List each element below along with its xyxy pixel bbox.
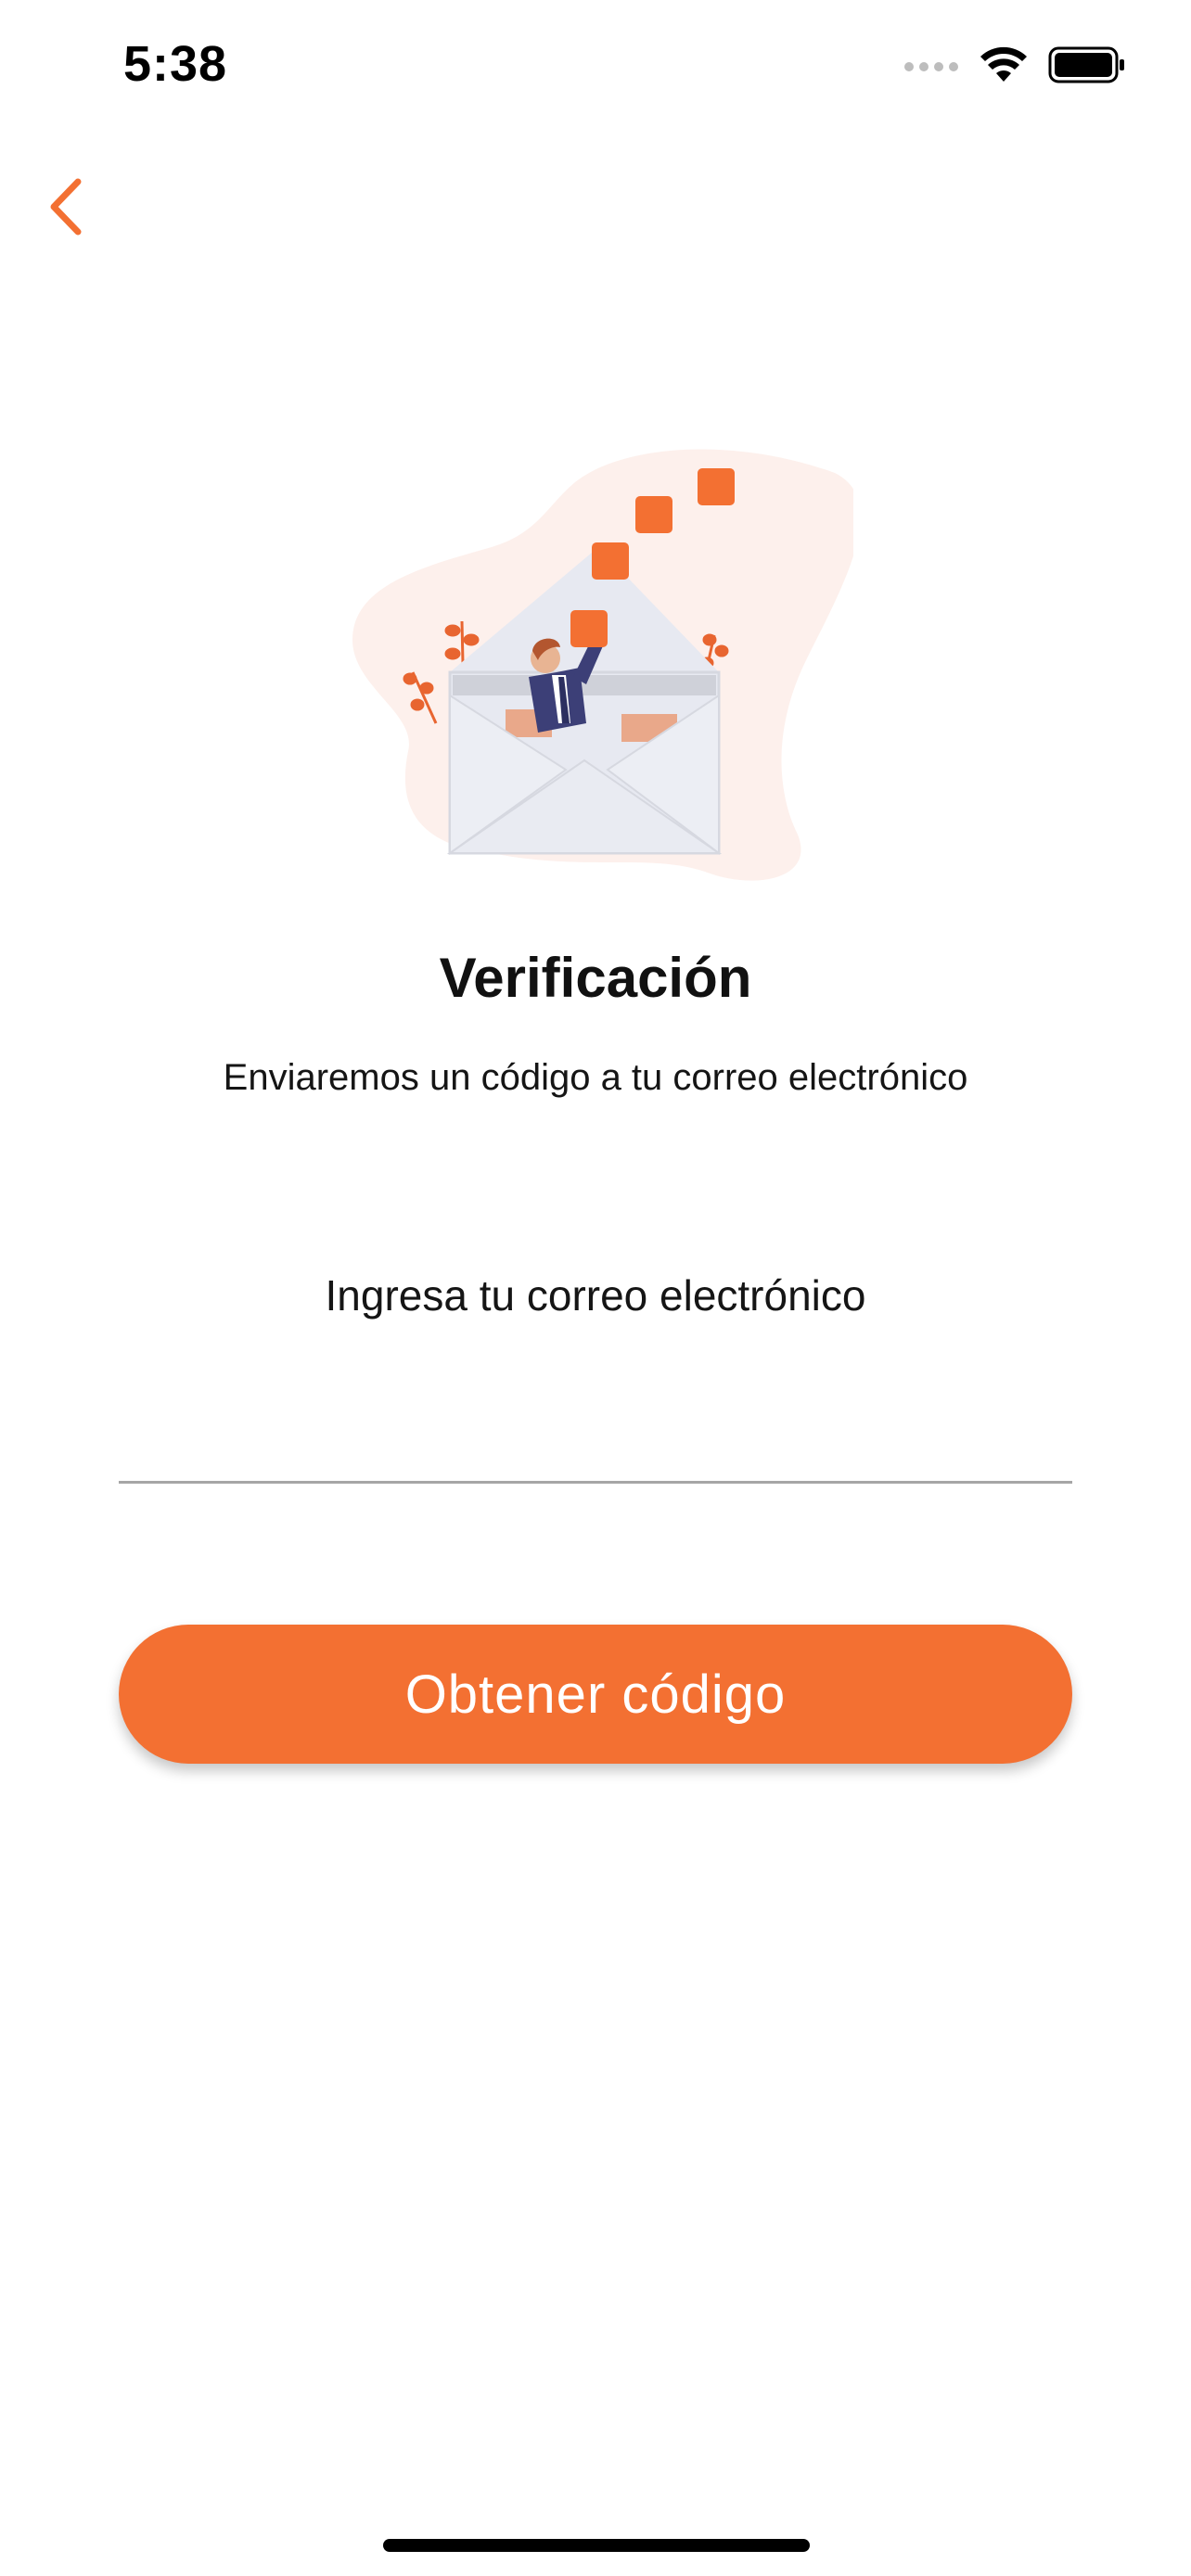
home-indicator: [383, 2539, 810, 2552]
mail-verification-illustration: [343, 445, 861, 890]
status-bar: 5:38: [0, 0, 1191, 139]
chevron-left-icon: [45, 176, 85, 242]
status-time: 5:38: [123, 36, 228, 92]
wifi-icon: [980, 46, 1028, 88]
get-code-button[interactable]: Obtener código: [119, 1625, 1072, 1764]
email-field[interactable]: [119, 1382, 1072, 1484]
signal-icon: [903, 56, 959, 79]
email-label: Ingresa tu correo electrónico: [325, 1271, 866, 1320]
back-button[interactable]: [35, 174, 95, 243]
status-icons: [903, 46, 1126, 88]
battery-icon: [1048, 46, 1126, 88]
page-subtitle: Enviaremos un código a tu correo electró…: [223, 1057, 968, 1098]
page-title: Verificación: [439, 947, 752, 1009]
